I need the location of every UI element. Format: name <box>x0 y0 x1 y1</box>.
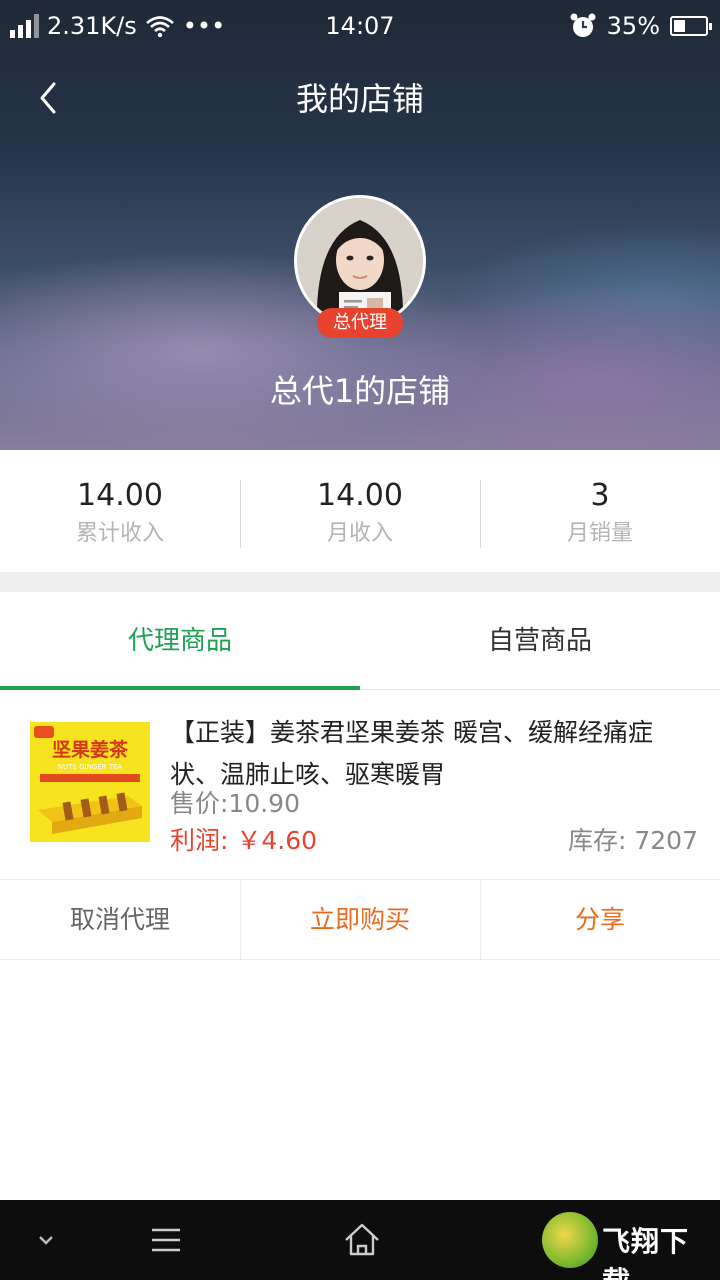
home-icon[interactable] <box>342 1220 382 1260</box>
screen: 2.31K/s ••• 14:07 35% 我的店铺 总代理 总代1的店铺 14… <box>0 0 720 1280</box>
tab-own-products[interactable]: 自营商品 <box>360 592 720 689</box>
product-price: 售价:10.90 <box>170 789 300 818</box>
alarm-icon <box>570 13 596 37</box>
product-actions: 取消代理 立即购买 分享 <box>0 880 720 960</box>
stats-bar: 14.00 累计收入 14.00 月收入 3 月销量 <box>0 450 720 572</box>
share-button[interactable]: 分享 <box>480 880 720 959</box>
avatar[interactable]: 总代理 <box>294 195 426 338</box>
product-tabs: 代理商品 自营商品 <box>0 592 720 690</box>
status-bar: 2.31K/s ••• 14:07 35% <box>0 0 720 50</box>
buy-now-button[interactable]: 立即购买 <box>240 880 480 959</box>
stat-label: 累计收入 <box>75 521 164 546</box>
product-stock: 库存: 7207 <box>568 826 698 855</box>
status-right: 35% <box>569 10 712 42</box>
person-photo-icon <box>297 198 423 324</box>
ginger-tea-box-image: 坚果姜茶 NUTS GINGER TEA <box>30 722 150 842</box>
agent-badge: 总代理 <box>317 308 403 338</box>
shop-header: 2.31K/s ••• 14:07 35% 我的店铺 总代理 总代1的店铺 <box>0 0 720 450</box>
battery-level <box>674 20 685 32</box>
menu-icon[interactable] <box>146 1220 186 1260</box>
product-thumbnail[interactable]: 坚果姜茶 NUTS GINGER TEA <box>30 722 150 842</box>
stat-value: 14.00 <box>317 478 403 513</box>
stat-label: 月收入 <box>326 521 393 546</box>
watermark-text: 飞翔下载 <box>602 1225 690 1280</box>
stat-value: 3 <box>590 478 610 513</box>
cancel-agent-button[interactable]: 取消代理 <box>0 880 240 959</box>
battery-percent: 35% <box>606 12 660 40</box>
thumb-subtext: NUTS GINGER TEA <box>58 763 123 771</box>
stat-label: 月销量 <box>566 521 633 546</box>
section-divider <box>0 572 720 592</box>
chevron-down-icon[interactable] <box>26 1220 66 1260</box>
stat-total-income[interactable]: 14.00 累计收入 <box>0 450 240 572</box>
system-nav-bar: 飞翔下载 <box>0 1200 720 1280</box>
shop-name: 总代1的店铺 <box>269 372 451 410</box>
page-title: 我的店铺 <box>295 80 424 118</box>
product-item[interactable]: 坚果姜茶 NUTS GINGER TEA 【正装】姜茶君坚果姜茶 暖宫、缓解经痛… <box>0 690 720 880</box>
product-title[interactable]: 【正装】姜茶君坚果姜茶 暖宫、缓解经痛症状、温肺止咳、驱寒暖胃 <box>170 712 700 796</box>
thumb-brand-text: 坚果姜茶 <box>52 738 129 761</box>
stat-value: 14.00 <box>77 478 163 513</box>
tab-agent-products[interactable]: 代理商品 <box>0 592 360 690</box>
product-profit: 利润: ￥4.60 <box>170 826 318 855</box>
site-watermark: 飞翔下载 <box>542 1208 712 1280</box>
battery-icon <box>670 16 712 36</box>
stat-monthly-income[interactable]: 14.00 月收入 <box>240 450 480 572</box>
stat-monthly-sales[interactable]: 3 月销量 <box>480 450 720 572</box>
watermark-logo-icon <box>542 1212 598 1268</box>
